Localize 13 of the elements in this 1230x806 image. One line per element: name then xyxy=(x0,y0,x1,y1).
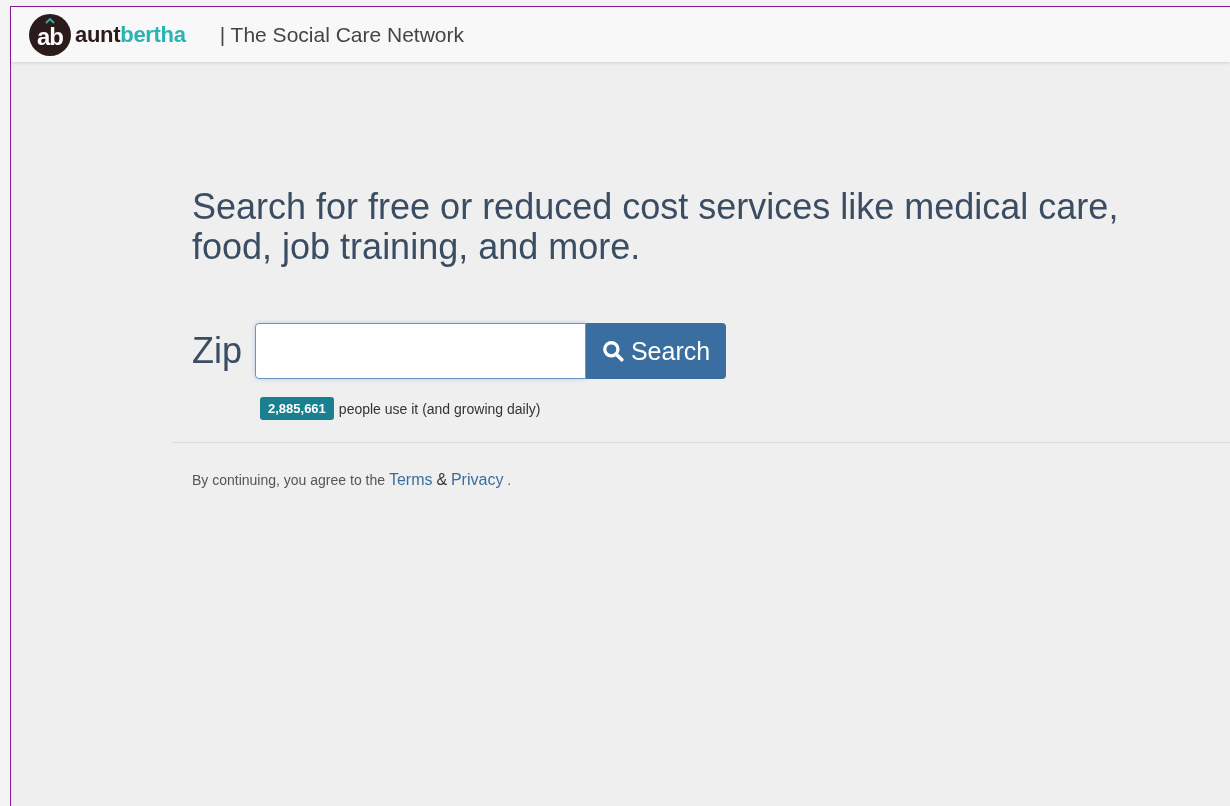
user-count-badge: 2,885,661 xyxy=(260,397,334,420)
logo-icon[interactable]: ab xyxy=(29,13,71,56)
tagline: | The Social Care Network xyxy=(219,22,465,47)
search-icon xyxy=(601,340,624,362)
search-button[interactable]: Search xyxy=(586,323,726,379)
usage-text: people use it (and growing daily) xyxy=(338,400,541,417)
headline: Search for free or reduced cost services like medical care, food, job training, and more. xyxy=(192,187,1120,267)
logo-wordmark[interactable]: auntbertha xyxy=(75,21,186,48)
terms-link[interactable]: Terms xyxy=(388,471,433,488)
zip-label: Zip xyxy=(192,330,242,372)
zip-input-field[interactable] xyxy=(255,323,586,379)
agreement-text: By continuing, you agree to the Terms & Privacy . xyxy=(192,471,513,489)
privacy-link[interactable]: Privacy xyxy=(450,471,504,488)
